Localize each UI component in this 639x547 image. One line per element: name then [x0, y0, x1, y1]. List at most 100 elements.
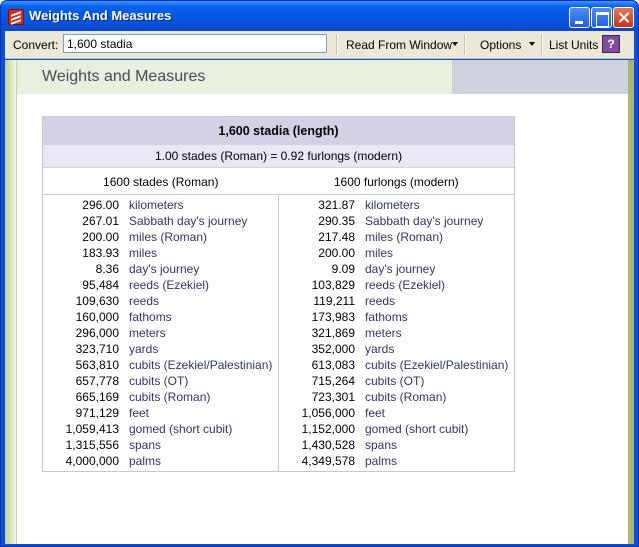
unit-name: feet — [129, 406, 150, 420]
conversion-table: 1,600 stadia (length) 1.00 stades (Roman… — [42, 116, 515, 472]
table-row: 4,000,000 palms — [43, 453, 278, 469]
list-units-button[interactable]: List Units — [549, 38, 598, 52]
unit-name: cubits (Ezekiel/Palestinian) — [365, 358, 509, 372]
unit-name: kilometers — [365, 198, 420, 212]
maximize-button[interactable] — [591, 7, 612, 28]
unit-name: feet — [365, 406, 386, 420]
unit-name: kilometers — [129, 198, 184, 212]
table-row: 1,430,528 spans — [279, 437, 514, 453]
table-row: 183.93 miles — [43, 245, 278, 261]
unit-value: 160,000 — [75, 310, 119, 324]
unit-name: cubits (Roman) — [365, 390, 447, 404]
page-title: Weights and Measures — [42, 68, 206, 85]
unit-value: 103,829 — [311, 278, 355, 292]
options-button[interactable]: Options — [480, 38, 521, 52]
table-row: 657,778 cubits (OT) — [43, 373, 278, 389]
unit-value: 4,000,000 — [65, 454, 119, 468]
table-row: 323,710 yards — [43, 341, 278, 357]
options-dropdown-icon[interactable] — [529, 42, 535, 46]
window-title: Weights And Measures — [29, 8, 172, 23]
unit-name: Sabbath day's journey — [365, 214, 484, 228]
unit-value: 723,301 — [311, 390, 355, 404]
title-bar[interactable]: Weights And Measures — [1, 1, 638, 31]
table-row: 267.01 Sabbath day's journey — [43, 213, 278, 229]
unit-name: cubits (Ezekiel/Palestinian) — [129, 358, 273, 372]
unit-name: gomed (short cubit) — [129, 422, 233, 436]
unit-name: day's journey — [365, 262, 436, 276]
table-row: 563,810 cubits (Ezekiel/Palestinian) — [43, 357, 278, 373]
unit-name: yards — [365, 342, 395, 356]
unit-value: 657,778 — [75, 374, 119, 388]
unit-name: meters — [129, 326, 166, 340]
table-row: 200.00 miles (Roman) — [43, 229, 278, 245]
table-row: 1,056,000 feet — [279, 405, 514, 421]
unit-value: 352,000 — [311, 342, 355, 356]
unit-value: 267.01 — [82, 214, 119, 228]
unit-value: 1,059,413 — [65, 422, 119, 436]
table-header: 1,600 stadia (length) — [43, 117, 514, 145]
table-row: 95,484 reeds (Ezekiel) — [43, 277, 278, 293]
close-button[interactable] — [613, 7, 634, 28]
read-from-window-button[interactable]: Read From Window — [346, 38, 452, 52]
toolbar-separator — [336, 34, 337, 55]
conversion-columns: 296.00 kilometers 267.01 Sabbath day's jour… — [43, 195, 514, 471]
left-column-heading: 1600 stades (Roman) — [103, 175, 219, 189]
convert-label: Convert: — [13, 38, 59, 52]
unit-value: 9.09 — [331, 262, 355, 276]
unit-name: cubits (OT) — [365, 374, 425, 388]
unit-value: 321.87 — [318, 198, 355, 212]
table-row: 8.36 day's journey — [43, 261, 278, 277]
unit-value: 1,315,556 — [65, 438, 119, 452]
app-window: Weights And Measures Convert: Read From … — [0, 0, 639, 547]
convert-input[interactable] — [63, 34, 327, 53]
unit-name: spans — [365, 438, 398, 452]
table-row: 103,829 reeds (Ezekiel) — [279, 277, 514, 293]
unit-value: 200.00 — [318, 246, 355, 260]
toolbar-separator — [541, 34, 542, 55]
table-row: 613,083 cubits (Ezekiel/Palestinian) — [279, 357, 514, 373]
unit-value: 715,264 — [311, 374, 355, 388]
table-row: 296,000 meters — [43, 325, 278, 341]
table-row: 665,169 cubits (Roman) — [43, 389, 278, 405]
unit-name: miles (Roman) — [365, 230, 444, 244]
unit-name: reeds — [365, 294, 396, 308]
unit-name: palms — [129, 454, 162, 468]
header-band-right — [452, 60, 628, 94]
unit-value: 971,129 — [75, 406, 119, 420]
table-row: 723,301 cubits (Roman) — [279, 389, 514, 405]
table-row: 109,630 reeds — [43, 293, 278, 309]
unit-name: reeds — [129, 294, 160, 308]
table-row: 296.00 kilometers — [43, 197, 278, 213]
unit-value: 296.00 — [82, 198, 119, 212]
unit-value: 1,152,000 — [301, 422, 355, 436]
unit-name: miles — [365, 246, 394, 260]
unit-value: 200.00 — [82, 230, 119, 244]
unit-value: 613,083 — [311, 358, 355, 372]
table-row: 1,315,556 spans — [43, 437, 278, 453]
unit-name: day's journey — [129, 262, 200, 276]
table-row: 715,264 cubits (OT) — [279, 373, 514, 389]
left-rail — [5, 60, 17, 544]
unit-name: Sabbath day's journey — [129, 214, 248, 228]
right-column: 321.87 kilometers 290.35 Sabbath day's jour… — [279, 195, 514, 471]
app-logo-icon[interactable] — [8, 9, 24, 25]
read-from-window-dropdown-icon[interactable] — [452, 42, 458, 46]
unit-name: miles — [129, 246, 158, 260]
table-row: 1,059,413 gomed (short cubit) — [43, 421, 278, 437]
help-icon[interactable]: ? — [602, 35, 620, 53]
unit-value: 4,349,578 — [301, 454, 355, 468]
unit-value: 217.48 — [318, 230, 355, 244]
table-row: 9.09 day's journey — [279, 261, 514, 277]
unit-value: 119,211 — [313, 294, 355, 308]
toolbar: Convert: Read From Window Options List U… — [5, 31, 634, 59]
unit-name: cubits (OT) — [129, 374, 189, 388]
minimize-button[interactable] — [569, 7, 590, 28]
unit-value: 323,710 — [75, 342, 119, 356]
left-column: 296.00 kilometers 267.01 Sabbath day's jour… — [43, 195, 279, 471]
table-row: 4,349,578 palms — [279, 453, 514, 469]
table-row: 119,211 reeds — [279, 293, 514, 309]
unit-value: 321,869 — [311, 326, 355, 340]
unit-name: fathoms — [129, 310, 172, 324]
table-row: 971,129 feet — [43, 405, 278, 421]
table-row: 217.48 miles (Roman) — [279, 229, 514, 245]
